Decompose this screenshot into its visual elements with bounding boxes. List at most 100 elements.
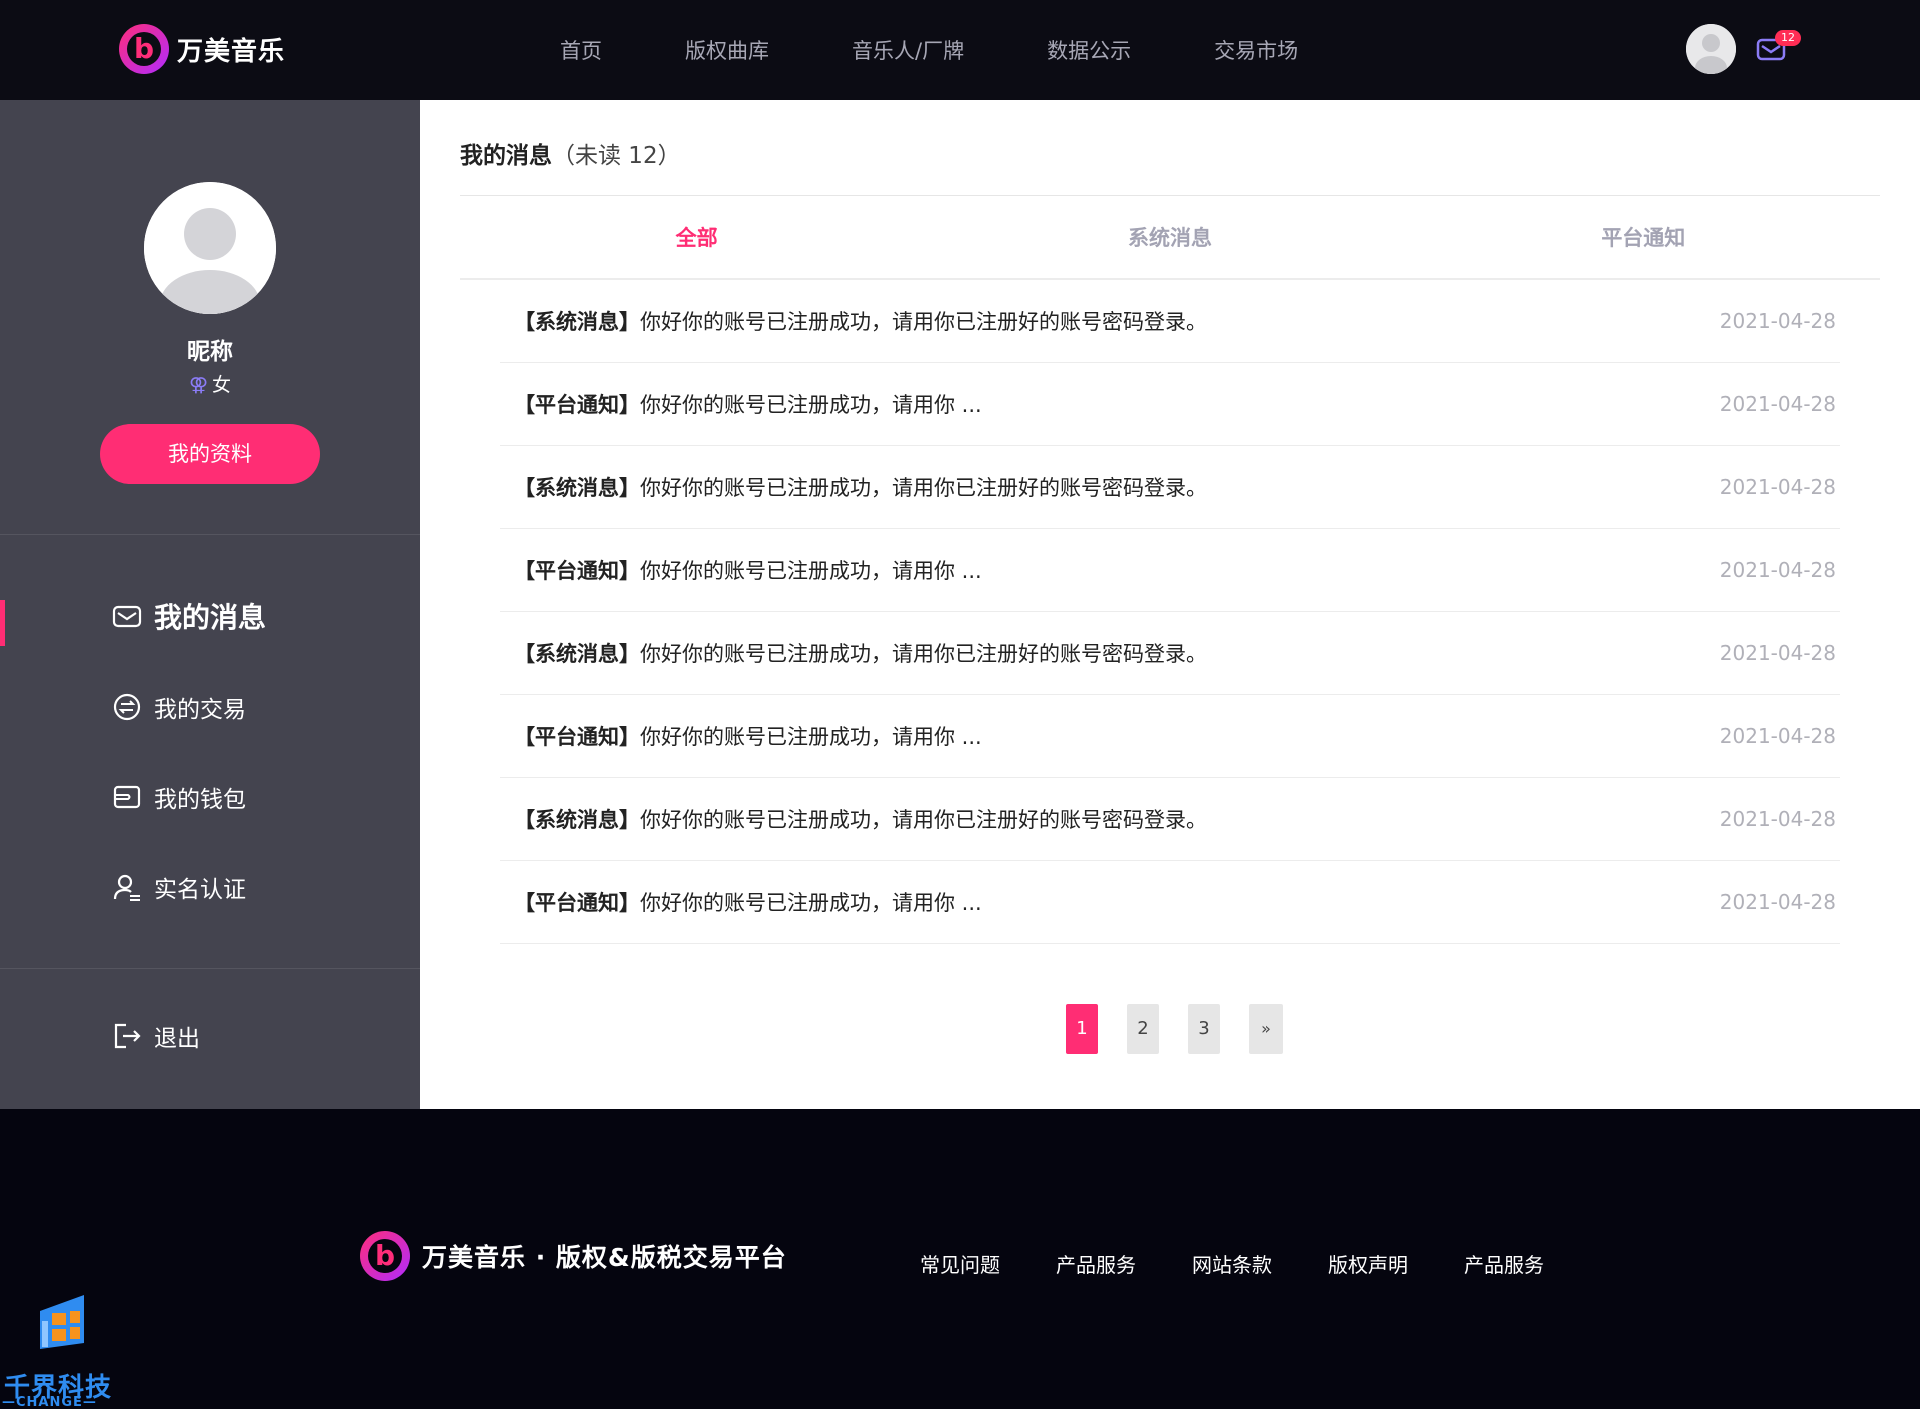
- gender-label: ⚢ 女: [0, 370, 420, 397]
- user-avatar[interactable]: [1686, 24, 1736, 74]
- nav-copyright-library[interactable]: 版权曲库: [685, 35, 769, 65]
- sidebar-item-label: 我的钱包: [154, 787, 246, 813]
- page-1-button[interactable]: 1: [1066, 1004, 1098, 1054]
- message-date: 2021-04-28: [1719, 392, 1836, 416]
- message-tag: 【平台通知】: [514, 393, 640, 417]
- message-date: 2021-04-28: [1719, 558, 1836, 582]
- message-date: 2021-04-28: [1719, 309, 1836, 333]
- footer-link-products-2[interactable]: 产品服务: [1464, 1249, 1544, 1278]
- nav-data-disclosure[interactable]: 数据公示: [1047, 35, 1131, 65]
- sidebar-item-label: 我的消息: [154, 601, 267, 634]
- message-row[interactable]: 【平台通知】你好你的账号已注册成功，请用你 ... 2021-04-28: [500, 861, 1840, 944]
- nav-trading-market[interactable]: 交易市场: [1214, 35, 1298, 65]
- nav-musicians-labels[interactable]: 音乐人/厂牌: [852, 35, 964, 65]
- footer-brand: 万美音乐 · 版权&版税交易平台: [422, 1243, 787, 1272]
- watermark-subtext: —CHANGE—: [2, 1395, 97, 1409]
- message-row[interactable]: 【系统消息】你好你的账号已注册成功，请用你已注册好的账号密码登录。 2021-0…: [500, 280, 1840, 363]
- footer-links: 常见问题 产品服务 网站条款 版权声明 产品服务: [920, 1249, 1600, 1278]
- message-body: 你好你的账号已注册成功，请用你 ...: [640, 725, 982, 749]
- tab-all[interactable]: 全部: [460, 196, 933, 278]
- message-date: 2021-04-28: [1719, 724, 1836, 748]
- logo-icon: b: [119, 24, 169, 74]
- message-text: 【平台通知】你好你的账号已注册成功，请用你 ...: [514, 721, 982, 751]
- footer-link-copyright[interactable]: 版权声明: [1328, 1249, 1408, 1278]
- sidebar-divider: [0, 968, 420, 969]
- logout-label: 退出: [154, 1026, 200, 1052]
- message-tag: 【平台通知】: [514, 891, 640, 915]
- message-date: 2021-04-28: [1719, 807, 1836, 831]
- message-row[interactable]: 【系统消息】你好你的账号已注册成功，请用你已注册好的账号密码登录。 2021-0…: [500, 778, 1840, 861]
- message-tag: 【系统消息】: [514, 476, 640, 500]
- tab-system-messages[interactable]: 系统消息: [933, 196, 1406, 278]
- sidebar-item-verification[interactable]: 实名认证: [0, 857, 420, 917]
- message-text: 【系统消息】你好你的账号已注册成功，请用你已注册好的账号密码登录。: [514, 804, 1207, 834]
- message-list: 【系统消息】你好你的账号已注册成功，请用你已注册好的账号密码登录。 2021-0…: [500, 280, 1840, 944]
- message-body: 你好你的账号已注册成功，请用你已注册好的账号密码登录。: [640, 808, 1207, 832]
- message-body: 你好你的账号已注册成功，请用你 ...: [640, 559, 982, 583]
- mail-count-badge: 12: [1775, 30, 1801, 46]
- pagination: 1 2 3 »: [1066, 1004, 1312, 1054]
- next-page-button[interactable]: »: [1249, 1004, 1283, 1054]
- message-text: 【平台通知】你好你的账号已注册成功，请用你 ...: [514, 887, 982, 917]
- message-text: 【系统消息】你好你的账号已注册成功，请用你已注册好的账号密码登录。: [514, 472, 1207, 502]
- logout-button[interactable]: 退出: [0, 1006, 420, 1066]
- message-row[interactable]: 【系统消息】你好你的账号已注册成功，请用你已注册好的账号密码登录。 2021-0…: [500, 612, 1840, 695]
- message-body: 你好你的账号已注册成功，请用你 ...: [640, 393, 982, 417]
- message-date: 2021-04-28: [1719, 641, 1836, 665]
- main-nav: 首页 版权曲库 音乐人/厂牌 数据公示 交易市场: [560, 0, 1381, 100]
- message-text: 【系统消息】你好你的账号已注册成功，请用你已注册好的账号密码登录。: [514, 306, 1207, 336]
- nav-home[interactable]: 首页: [560, 35, 602, 65]
- page-title: 我的消息（未读 12）: [460, 136, 681, 170]
- sidebar-item-label: 实名认证: [154, 877, 246, 903]
- message-text: 【系统消息】你好你的账号已注册成功，请用你已注册好的账号密码登录。: [514, 638, 1207, 668]
- unread-count: （未读 12）: [552, 143, 681, 169]
- profile-avatar[interactable]: [144, 182, 276, 314]
- sidebar-divider: [0, 534, 420, 535]
- message-tag: 【系统消息】: [514, 310, 640, 334]
- site-footer: b 万美音乐 · 版权&版税交易平台 常见问题 产品服务 网站条款 版权声明 产…: [0, 1109, 1920, 1409]
- message-row[interactable]: 【平台通知】你好你的账号已注册成功，请用你 ... 2021-04-28: [500, 363, 1840, 446]
- exchange-icon: [112, 692, 142, 722]
- watermark-logo: 千界科技 —CHANGE—: [0, 1291, 130, 1409]
- sidebar-item-transactions[interactable]: 我的交易: [0, 677, 420, 737]
- message-row[interactable]: 【平台通知】你好你的账号已注册成功，请用你 ... 2021-04-28: [500, 529, 1840, 612]
- user-verify-icon: [112, 872, 142, 902]
- message-row[interactable]: 【平台通知】你好你的账号已注册成功，请用你 ... 2021-04-28: [500, 695, 1840, 778]
- brand-logo[interactable]: b 万美音乐: [119, 24, 285, 74]
- message-tag: 【系统消息】: [514, 642, 640, 666]
- message-body: 你好你的账号已注册成功，请用你已注册好的账号密码登录。: [640, 310, 1207, 334]
- footer-link-products[interactable]: 产品服务: [1056, 1249, 1136, 1278]
- gender-icon: ⚢: [188, 374, 209, 396]
- message-tag: 【系统消息】: [514, 808, 640, 832]
- page-title-text: 我的消息: [460, 143, 552, 169]
- logout-icon: [112, 1021, 142, 1051]
- message-tag: 【平台通知】: [514, 559, 640, 583]
- sidebar-item-wallet[interactable]: 我的钱包: [0, 767, 420, 827]
- message-tabs: 全部 系统消息 平台通知: [460, 196, 1880, 280]
- wallet-icon: [112, 782, 142, 812]
- mail-icon: [112, 601, 142, 631]
- message-text: 【平台通知】你好你的账号已注册成功，请用你 ...: [514, 555, 982, 585]
- my-profile-button[interactable]: 我的资料: [100, 424, 320, 484]
- message-body: 你好你的账号已注册成功，请用你已注册好的账号密码登录。: [640, 476, 1207, 500]
- logo-icon: b: [360, 1231, 410, 1281]
- message-body: 你好你的账号已注册成功，请用你 ...: [640, 891, 982, 915]
- gender-text: 女: [212, 374, 232, 396]
- brand-name: 万美音乐: [177, 36, 286, 67]
- footer-link-faq[interactable]: 常见问题: [920, 1249, 1000, 1278]
- sidebar-item-label: 我的交易: [154, 697, 246, 723]
- tab-platform-notices[interactable]: 平台通知: [1407, 196, 1880, 278]
- sidebar-item-messages[interactable]: 我的消息: [0, 586, 420, 646]
- message-tag: 【平台通知】: [514, 725, 640, 749]
- message-date: 2021-04-28: [1719, 890, 1836, 914]
- footer-logo[interactable]: b 万美音乐 · 版权&版税交易平台: [360, 1231, 787, 1281]
- page-3-button[interactable]: 3: [1188, 1004, 1220, 1054]
- message-body: 你好你的账号已注册成功，请用你已注册好的账号密码登录。: [640, 642, 1207, 666]
- footer-link-terms[interactable]: 网站条款: [1192, 1249, 1272, 1278]
- page-2-button[interactable]: 2: [1127, 1004, 1159, 1054]
- top-header: b 万美音乐 首页 版权曲库 音乐人/厂牌 数据公示 交易市场 12: [0, 0, 1920, 100]
- messages-panel: 我的消息（未读 12） 全部 系统消息 平台通知 【系统消息】你好你的账号已注册…: [420, 100, 1920, 1109]
- message-row[interactable]: 【系统消息】你好你的账号已注册成功，请用你已注册好的账号密码登录。 2021-0…: [500, 446, 1840, 529]
- nickname: 昵称: [187, 339, 233, 365]
- message-date: 2021-04-28: [1719, 475, 1836, 499]
